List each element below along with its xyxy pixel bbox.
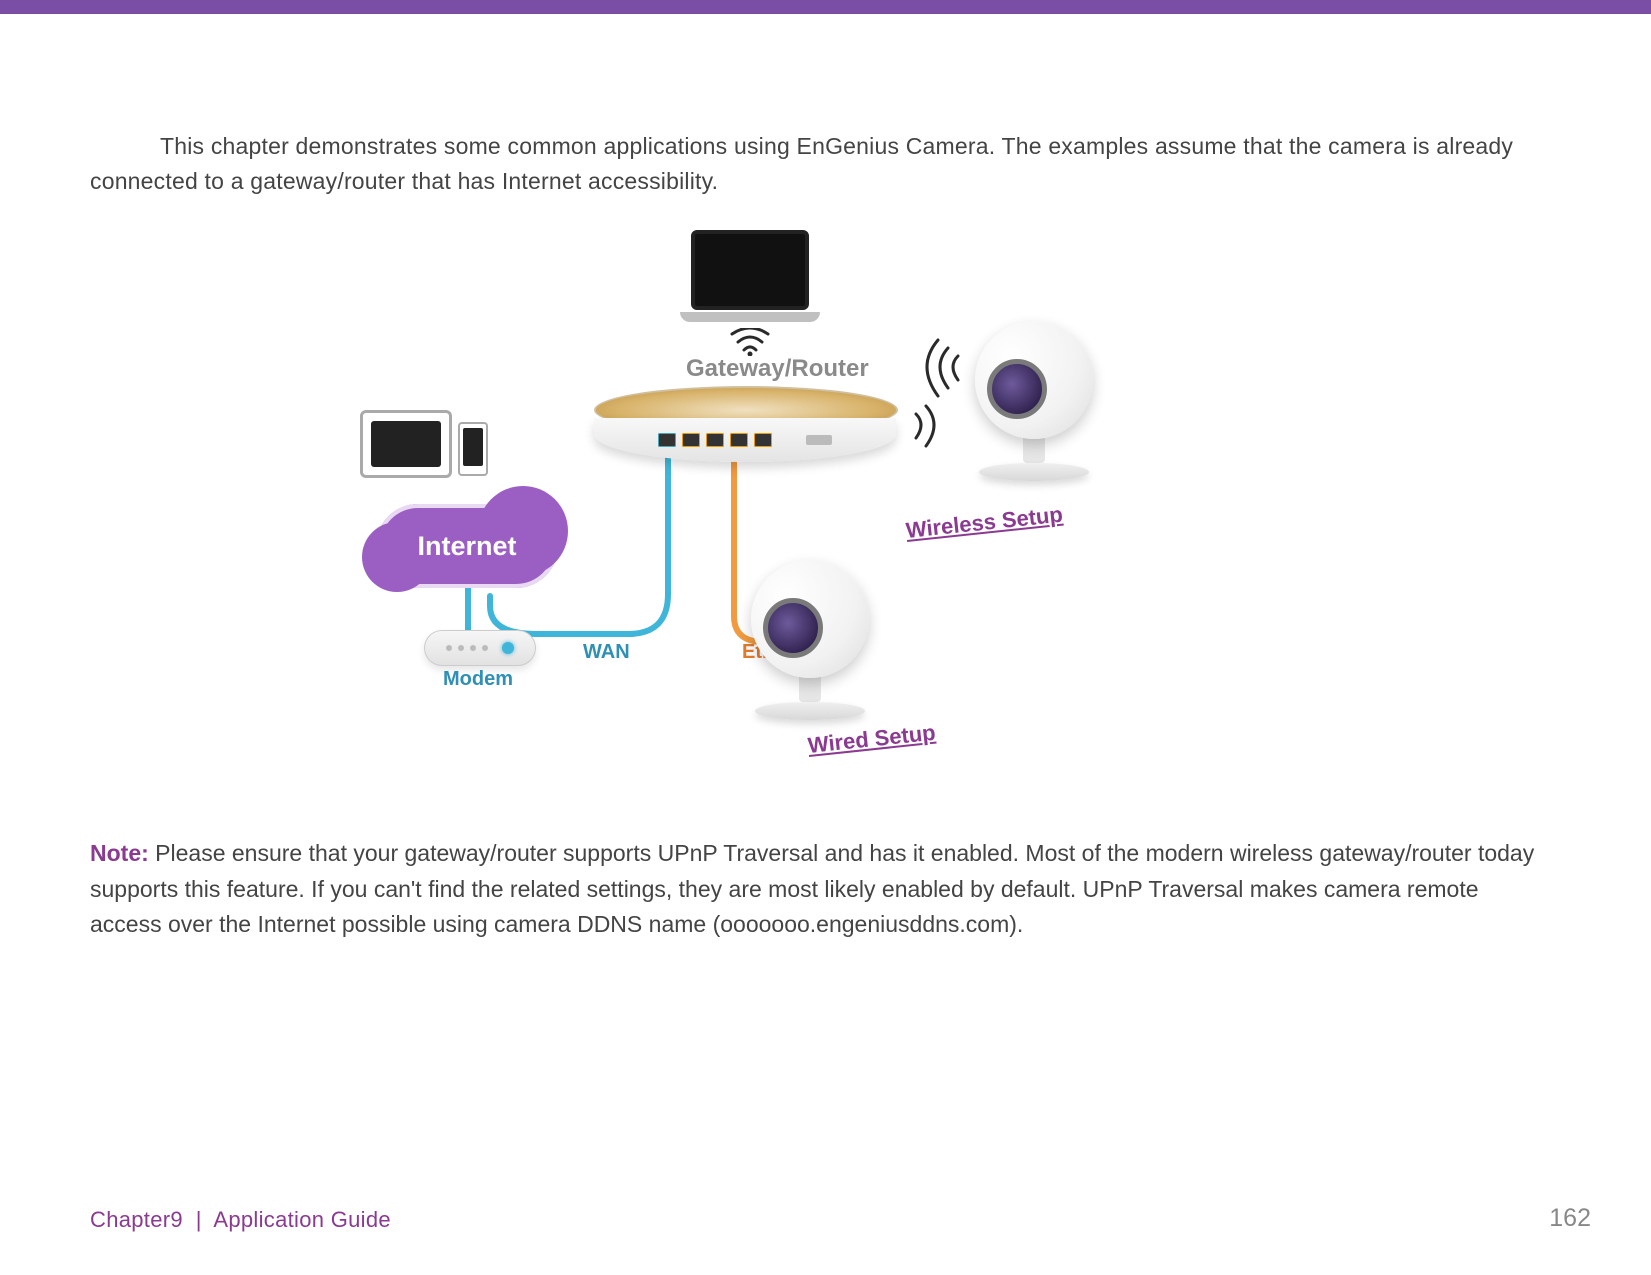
internet-cloud-icon: Internet — [376, 504, 558, 588]
smartphone-icon — [458, 422, 488, 476]
note-label: Note: — [90, 840, 149, 866]
footer-breadcrumb: Chapter9 | Application Guide — [90, 1207, 391, 1233]
footer-separator: | — [196, 1207, 202, 1232]
network-topology-diagram: Gateway/Router Internet Modem WAN Ethern… — [340, 236, 1240, 806]
modem-label: Modem — [443, 668, 513, 691]
note-text: Please ensure that your gateway/router s… — [90, 840, 1534, 937]
wan-label: WAN — [583, 641, 630, 664]
internet-label: Internet — [417, 531, 516, 562]
wireless-camera-icon — [954, 321, 1114, 491]
wireless-setup-link[interactable]: Wireless Setup — [905, 502, 1064, 544]
intro-paragraph: This chapter demonstrates some common ap… — [90, 106, 1546, 221]
wired-camera-icon — [730, 560, 890, 730]
footer-chapter: Chapter9 — [90, 1207, 183, 1232]
gateway-router-label: Gateway/Router — [686, 355, 869, 383]
footer-section: Application Guide — [213, 1207, 391, 1232]
header-accent-bar — [0, 0, 1651, 14]
intro-text: This chapter demonstrates some common ap… — [90, 133, 1513, 194]
router-icon — [594, 386, 896, 474]
page-number: 162 — [1549, 1204, 1591, 1233]
client-devices-icon — [360, 410, 488, 478]
modem-icon — [424, 630, 536, 666]
note-paragraph: Note: Please ensure that your gateway/ro… — [90, 836, 1546, 943]
tablet-icon — [360, 410, 452, 478]
laptop-icon — [680, 230, 820, 328]
